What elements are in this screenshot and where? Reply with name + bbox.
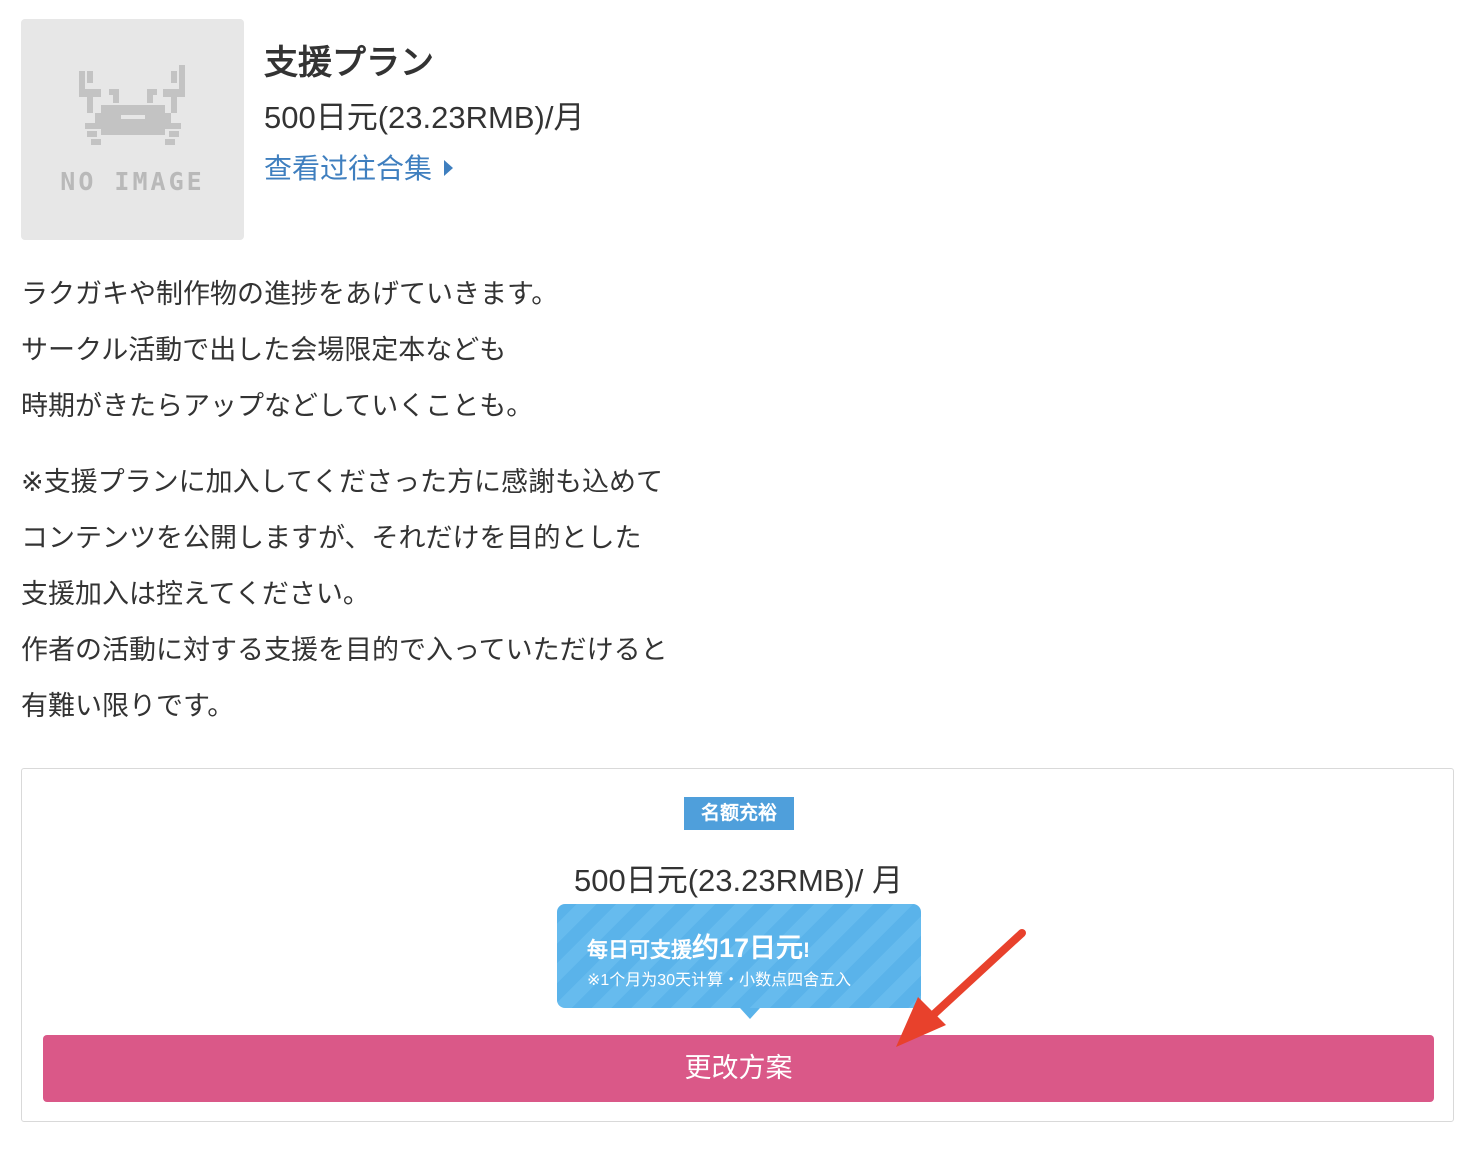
description-line: 有難い限りです。 [21, 691, 235, 721]
description-line: 作者の活動に対する支援を目的で入っていただけると [21, 635, 668, 665]
past-collections-label: 查看过往合集 [264, 153, 433, 184]
daily-support-amount: 约17日元 [692, 933, 804, 963]
daily-support-text: 每日可支援约17日元! [587, 926, 810, 965]
no-image-label: NO IMAGE [60, 167, 205, 196]
join-plan-price: 500日元(23.23RMB)/ 月 [573, 863, 904, 898]
plan-description: ラクガキや制作物の進捗をあげていきます。 サークル活動で出した会場限定本なども … [21, 266, 1021, 734]
description-line: ラクガキや制作物の進捗をあげていきます。 [21, 279, 559, 309]
plan-price: 500日元(23.23RMB)/月 [264, 100, 585, 135]
triangle-right-icon [444, 159, 454, 176]
daily-support-suffix: ! [803, 939, 811, 962]
plan-thumbnail: NO IMAGE [21, 19, 244, 240]
daily-support-prefix: 每日可支援 [587, 939, 692, 962]
daily-support-tooltip: 每日可支援约17日元! ※1个月为30天计算・小数点四舍五入 [557, 904, 921, 1008]
description-line: サークル活動で出した会場限定本なども [21, 335, 507, 365]
join-plan-box: 名额充裕 500日元(23.23RMB)/ 月 每日可支援约17日元! ※1个月… [21, 768, 1454, 1122]
crab-placeholder-icon [79, 65, 185, 145]
description-line: 時期がきたらアップなどしていくことも。 [21, 391, 534, 421]
description-line: 支援加入は控えてください。 [21, 579, 370, 609]
plan-name: 支援プラン [264, 44, 434, 82]
tooltip-pointer [740, 1008, 760, 1019]
description-line: ※支援プランに加入してくださった方に感謝も込めて [21, 467, 664, 497]
change-plan-button[interactable]: 更改方案 [43, 1035, 1434, 1102]
description-line: コンテンツを公開しますが、それだけを目的とした [21, 523, 642, 553]
availability-badge: 名额充裕 [684, 797, 794, 830]
daily-support-note: ※1个月为30天计算・小数点四舍五入 [587, 972, 852, 989]
annotation-arrow-icon [896, 929, 1026, 1047]
past-collections-link[interactable]: 查看过往合集 [264, 147, 454, 187]
